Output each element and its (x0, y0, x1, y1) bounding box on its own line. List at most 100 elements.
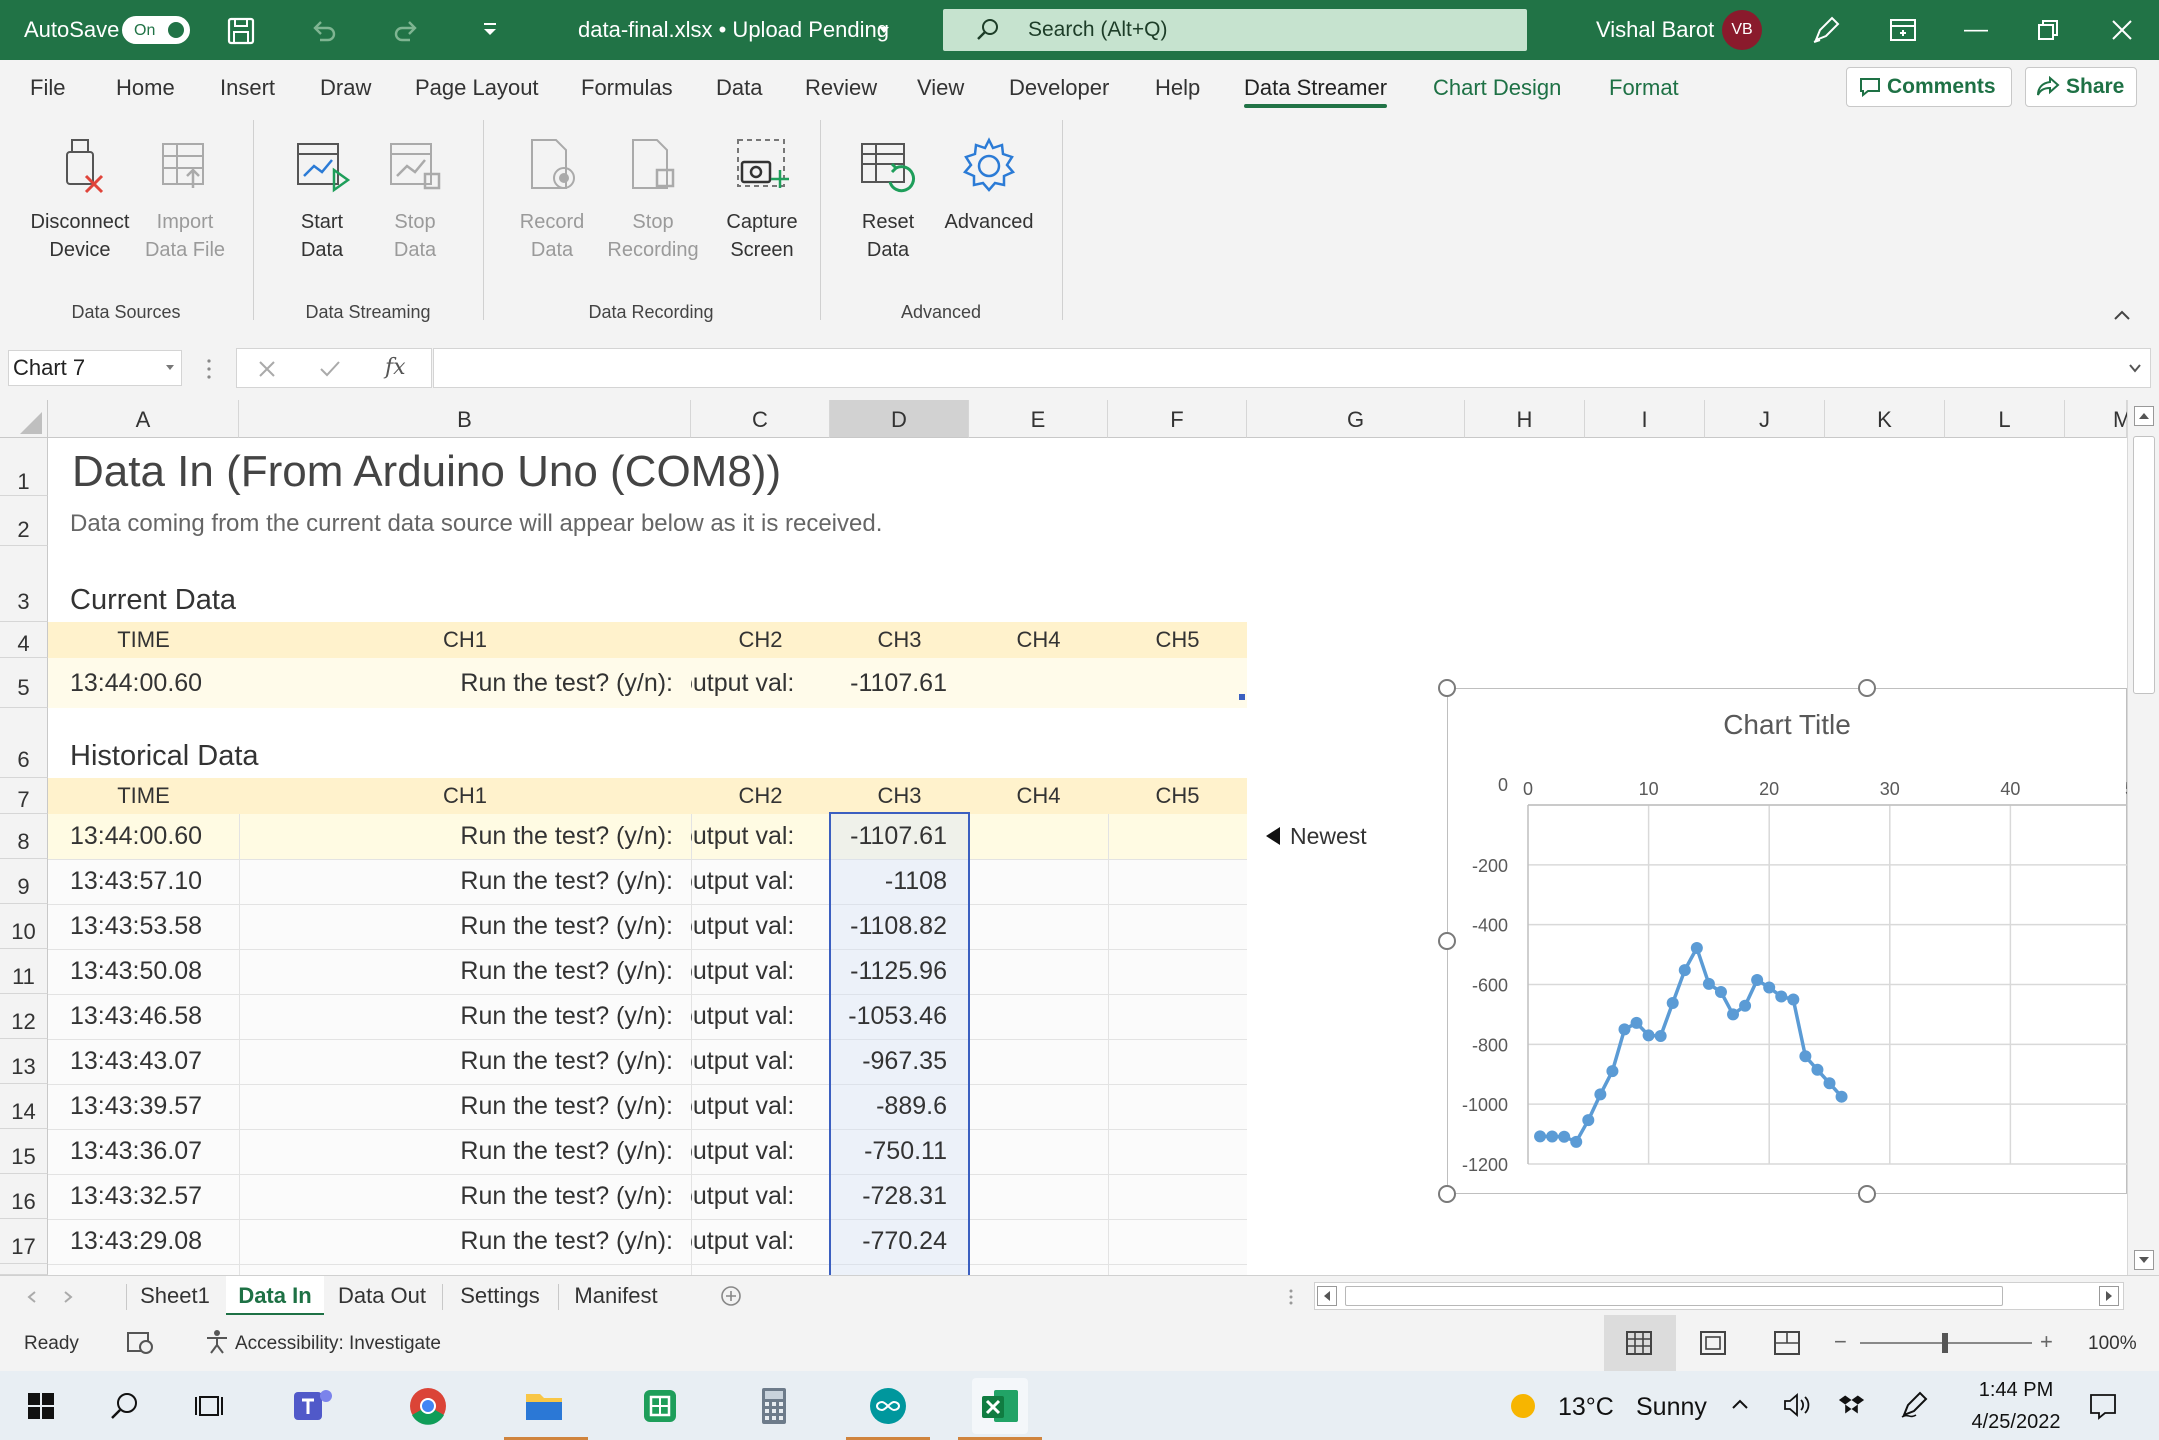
sheet-tab-data-in[interactable]: Data In (226, 1276, 324, 1316)
current-time[interactable]: 13:44:00.60 (70, 661, 202, 705)
avatar[interactable]: VB (1722, 10, 1762, 50)
notification-icon[interactable] (2088, 1391, 2118, 1421)
history-ch1[interactable]: Run the test? (y/n): (239, 994, 673, 1038)
close-icon[interactable] (2110, 18, 2134, 42)
excel-online-app-icon[interactable] (632, 1378, 688, 1434)
select-all-corner[interactable] (0, 400, 48, 438)
history-ch1[interactable]: Run the test? (y/n): (239, 1129, 673, 1173)
enter-icon[interactable] (319, 359, 341, 379)
row-header[interactable]: 6 (0, 708, 48, 778)
name-box[interactable]: Chart 7 (8, 350, 182, 386)
chart-resize-handle[interactable] (1438, 1185, 1456, 1203)
column-header[interactable]: A (48, 400, 239, 438)
history-ch2[interactable]: output val: (691, 814, 830, 858)
customize-qat-icon[interactable] (478, 18, 502, 42)
row-header[interactable]: 5 (0, 658, 48, 708)
history-ch2[interactable]: output val: (691, 904, 830, 948)
tab-data-streamer[interactable]: Data Streamer (1244, 60, 1388, 116)
ribbon-display-icon[interactable] (1888, 16, 1918, 44)
tab-draw[interactable]: Draw (320, 60, 371, 116)
row-header[interactable]: 9 (0, 859, 48, 904)
formula-input[interactable] (433, 348, 2151, 388)
search-input[interactable]: Search (Alt+Q) (943, 9, 1527, 51)
restore-icon[interactable] (2036, 18, 2060, 42)
tab-page-layout[interactable]: Page Layout (415, 60, 539, 116)
tab-developer[interactable]: Developer (1009, 60, 1109, 116)
column-header[interactable]: C (691, 400, 830, 438)
chart-resize-handle[interactable] (1438, 679, 1456, 697)
history-ch2[interactable]: output val: (691, 949, 830, 993)
history-time[interactable]: 13:43:46.58 (70, 994, 202, 1038)
accessibility-icon[interactable] (204, 1329, 230, 1355)
chart-resize-handle[interactable] (1858, 1185, 1876, 1203)
comments-button[interactable]: Comments (1846, 67, 2012, 107)
row-header[interactable]: 13 (0, 1039, 48, 1084)
horizontal-scroll-thumb[interactable] (1345, 1286, 2003, 1306)
history-ch3[interactable]: -1107.61 (830, 814, 947, 858)
start-data-button[interactable]: Start Data (282, 136, 362, 264)
stop-recording-button[interactable]: Stop Recording (603, 136, 703, 264)
zoom-slider-thumb[interactable] (1942, 1333, 1948, 1353)
pen-icon[interactable] (1810, 14, 1842, 46)
collapse-ribbon-icon[interactable] (2112, 308, 2132, 322)
chevron-down-icon[interactable] (876, 22, 892, 38)
arduino-app-icon[interactable] (846, 1378, 930, 1440)
stop-data-button[interactable]: Stop Data (375, 136, 455, 264)
sheet-tab-sheet1[interactable]: Sheet1 (128, 1276, 222, 1316)
tab-review[interactable]: Review (805, 60, 877, 116)
row-header[interactable]: 14 (0, 1084, 48, 1129)
history-ch1[interactable]: Run the test? (y/n): (239, 1084, 673, 1128)
weather-temperature[interactable]: 13°C (1558, 1393, 1614, 1422)
add-sheet-icon[interactable] (720, 1285, 742, 1307)
sheet-tab-data-out[interactable]: Data Out (330, 1276, 434, 1316)
pen-icon[interactable] (1898, 1389, 1930, 1421)
history-ch3[interactable]: -1125.96 (830, 949, 947, 993)
history-ch3[interactable]: -1108.82 (830, 904, 947, 948)
row-header[interactable]: 3 (0, 546, 48, 622)
tab-chart-design[interactable]: Chart Design (1433, 60, 1561, 116)
history-time[interactable]: 13:43:29.08 (70, 1219, 202, 1263)
sun-icon[interactable] (1508, 1391, 1538, 1421)
history-ch3[interactable]: -1108 (830, 859, 947, 903)
current-ch1[interactable]: Run the test? (y/n): (239, 661, 673, 705)
scroll-down-icon[interactable] (2134, 1250, 2154, 1270)
current-ch2[interactable]: output val: (691, 661, 830, 705)
history-ch3[interactable]: -1053.46 (830, 994, 947, 1038)
history-ch1[interactable]: Run the test? (y/n): (239, 1174, 673, 1218)
row-header[interactable]: 16 (0, 1174, 48, 1219)
column-header[interactable]: H (1465, 400, 1585, 438)
tab-data[interactable]: Data (716, 60, 762, 116)
history-ch3[interactable]: -770.24 (830, 1219, 947, 1263)
page-layout-view-icon[interactable] (1700, 1331, 1726, 1355)
column-header[interactable]: K (1825, 400, 1945, 438)
clock-date[interactable]: 4/25/2022 (1960, 1411, 2072, 1434)
history-ch1[interactable]: Run the test? (y/n): (239, 949, 673, 993)
tab-view[interactable]: View (917, 60, 964, 116)
scroll-up-icon[interactable] (2134, 406, 2154, 426)
history-ch1[interactable]: Run the test? (y/n): (239, 859, 673, 903)
teams-app-icon[interactable] (284, 1378, 340, 1434)
row-header[interactable]: 2 (0, 496, 48, 546)
record-data-button[interactable]: Record Data (512, 136, 592, 264)
sheet-tab-manifest[interactable]: Manifest (564, 1276, 668, 1316)
reset-data-button[interactable]: Reset Data (848, 136, 928, 264)
column-header[interactable]: J (1705, 400, 1825, 438)
zoom-out-icon[interactable]: − (1834, 1329, 1847, 1355)
table-resize-handle[interactable] (1239, 694, 1245, 700)
history-time[interactable]: 13:43:50.08 (70, 949, 202, 993)
calculator-app-icon[interactable] (746, 1378, 802, 1434)
autosave-toggle[interactable]: On (122, 16, 190, 44)
capture-screen-button[interactable]: Capture Screen (707, 136, 817, 264)
history-ch3[interactable]: -728.31 (830, 1174, 947, 1218)
column-header[interactable]: I (1585, 400, 1705, 438)
search-icon[interactable] (110, 1391, 140, 1421)
tab-file[interactable]: File (30, 60, 65, 116)
history-ch1[interactable]: Run the test? (y/n): (239, 814, 673, 858)
undo-icon[interactable] (308, 16, 338, 46)
page-break-view-icon[interactable] (1774, 1331, 1800, 1355)
history-ch2[interactable]: output val: (691, 859, 830, 903)
tab-home[interactable]: Home (116, 60, 175, 116)
expand-formula-icon[interactable] (2128, 363, 2142, 373)
import-data-file-button[interactable]: Import Data File (135, 136, 235, 264)
next-sheet-icon[interactable] (62, 1290, 74, 1304)
